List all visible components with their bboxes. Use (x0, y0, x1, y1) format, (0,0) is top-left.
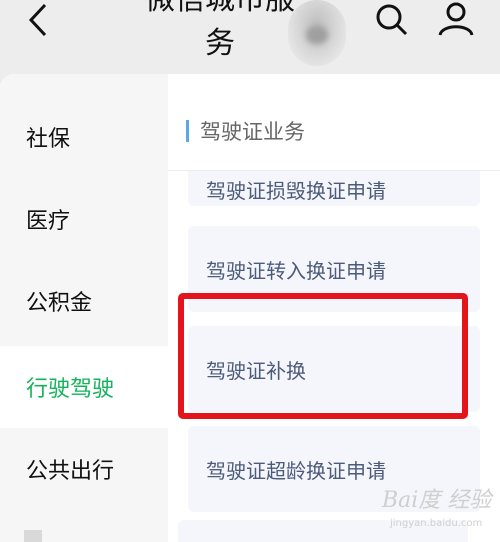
sidebar-item-label: 公共出行 (26, 459, 115, 484)
sidebar-item-public-transit[interactable]: 公共出行 (0, 428, 168, 510)
header: 微信城市服 务 (0, 0, 500, 74)
service-item-label: 驾驶证转入换证申请 (206, 258, 386, 283)
section-header: 驾驶证业务 (168, 74, 500, 171)
sidebar-item-label: 社保 (26, 127, 71, 152)
sidebar-item-label: 医疗 (26, 209, 71, 234)
service-item-label: 驾驶证损毁换证申请 (206, 179, 386, 203)
sidebar-item-partial (24, 530, 42, 542)
search-button[interactable] (372, 0, 412, 40)
search-icon (376, 4, 408, 36)
section-title: 驾驶证业务 (200, 120, 305, 144)
sidebar-item-medical[interactable]: 医疗 (0, 178, 168, 260)
service-item-label: 驾驶证超龄换证申请 (206, 458, 386, 483)
user-icon (438, 2, 474, 36)
back-button[interactable] (18, 0, 58, 40)
highlight-box (178, 293, 468, 419)
sidebar-item-label: 行驶驾驶 (26, 377, 115, 402)
page: 微信城市服 务 社保 医疗 公积金 (0, 0, 500, 542)
sidebar: 社保 医疗 公积金 行驶驾驶 公共出行 (0, 74, 168, 542)
chevron-left-icon (28, 3, 47, 37)
user-button[interactable] (434, 0, 478, 40)
watermark-logo: Bai度 经验 (382, 488, 492, 513)
section-accent-bar (186, 120, 189, 142)
sidebar-item-driving[interactable]: 行驶驾驶 (0, 346, 168, 428)
watermark-url: jingyan.baidu.com (390, 518, 483, 529)
sidebar-item-housing-fund[interactable]: 公积金 (0, 260, 168, 342)
watermark: Bai度 经验 jingyan.baidu.com (372, 482, 500, 542)
sidebar-item-social-security[interactable]: 社保 (0, 96, 168, 178)
blurred-mark (306, 26, 328, 44)
sidebar-item-label: 公积金 (26, 291, 93, 316)
